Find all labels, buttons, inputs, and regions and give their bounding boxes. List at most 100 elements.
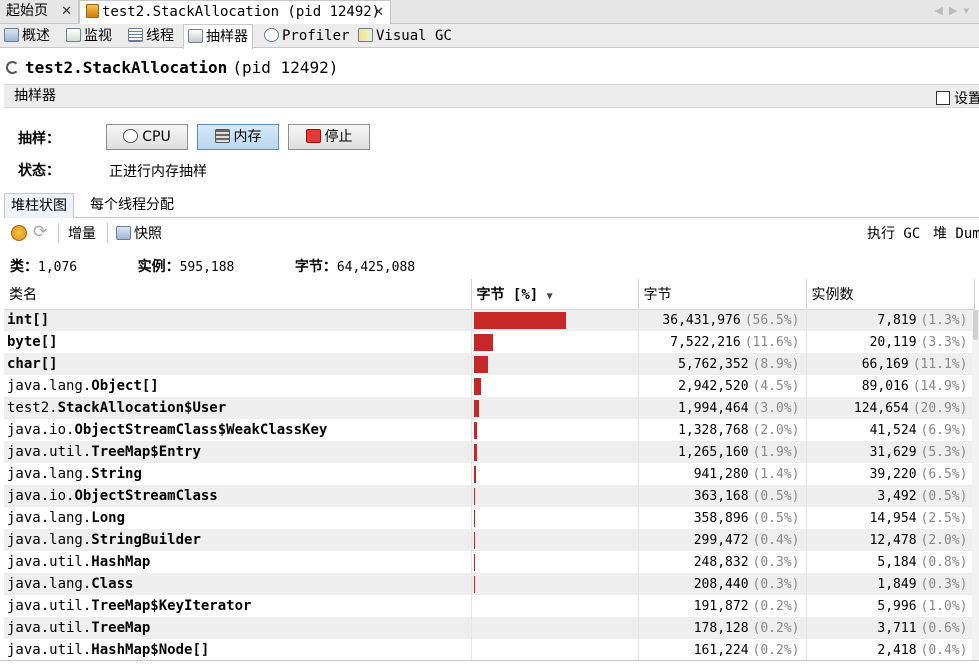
- bytes-percent: (1.9%): [752, 444, 800, 460]
- tab-nav-arrows[interactable]: ◀▶▾: [935, 0, 975, 24]
- instances-value: 12,478: [869, 532, 917, 548]
- bytes-percent-cell: [471, 595, 639, 617]
- package-name: java.lang.: [7, 378, 92, 394]
- percent-bar: [473, 531, 475, 549]
- table-row[interactable]: java.lang.Object[] 2,942,520 (4.5%) 89,016(…: [4, 375, 975, 397]
- column-label: 字节 [%]: [476, 286, 539, 303]
- pause-icon[interactable]: [11, 225, 27, 241]
- document-tab-bar: 起始页 ✕ test2.StackAllocation (pid 12492) …: [0, 0, 979, 24]
- instances-value: 5,184: [877, 554, 917, 570]
- bytes-value: 248,832: [693, 554, 749, 570]
- instances-cell: 14,954 (2.5%): [806, 507, 975, 529]
- bytes-cell: 363,168 (0.5%): [638, 485, 807, 507]
- snapshot-button[interactable]: 快照: [116, 223, 162, 243]
- class-name-cell: java.lang.Class: [4, 573, 472, 595]
- heap-dump-button[interactable]: 堆 Dum: [933, 223, 979, 243]
- instances-cell: 89,016 (14.9%): [806, 375, 975, 397]
- clock-icon: [123, 129, 139, 143]
- monitor-icon: [66, 28, 81, 42]
- tab-monitor[interactable]: 监视: [62, 24, 116, 48]
- instances-cell: 66,169 (11.1%): [806, 353, 975, 375]
- table-row[interactable]: java.util.TreeMap$KeyIterator 191,872 (0.2…: [4, 595, 975, 617]
- tab-overview[interactable]: 概述: [0, 24, 54, 48]
- tab-label: Visual GC: [376, 28, 452, 44]
- class-name: TreeMap$KeyIterator: [91, 598, 252, 614]
- class-name-cell: java.io.ObjectStreamClass: [4, 485, 472, 507]
- column-bytes[interactable]: 字节: [638, 279, 807, 310]
- bytes-value: 1,265,160: [678, 444, 749, 460]
- instances-percent: (2.5%): [920, 510, 968, 526]
- vertical-scrollbar[interactable]: [972, 310, 979, 660]
- tab-label: 堆柱状图: [11, 198, 67, 214]
- instances-label: 实例：: [137, 259, 180, 275]
- table-row[interactable]: java.io.ObjectStreamClass$WeakClassKey 1,…: [4, 419, 975, 441]
- percent-bar: [473, 487, 475, 505]
- table-row[interactable]: java.util.TreeMap$Entry 1,265,160 (1.9%) 31…: [4, 441, 975, 463]
- table-row[interactable]: char[] 5,762,352 (8.9%) 66,169 (11.1%): [4, 353, 975, 375]
- table-row[interactable]: java.io.ObjectStreamClass 363,168 (0.5%) 3,…: [4, 485, 975, 507]
- bytes-value: 1,994,464: [678, 400, 749, 416]
- refresh-icon[interactable]: ⟳: [33, 222, 47, 242]
- classes-value: 1,076: [38, 260, 78, 275]
- table-row[interactable]: byte[] 7,522,216 (11.6%) 20,119 (3.3%): [4, 331, 975, 353]
- instances-cell: 39,220 (6.5%): [806, 463, 975, 485]
- table-row[interactable]: java.util.TreeMap 178,128 (0.2%) 3,711 (0.6%…: [4, 617, 975, 639]
- button-label: 停止: [324, 129, 353, 145]
- percent-bar: [473, 443, 477, 461]
- bytes-cell: 1,328,768 (2.0%): [638, 419, 807, 441]
- table-row[interactable]: java.util.HashMap$Node[] 161,224 (0.2%) 2,4…: [4, 639, 975, 661]
- classes-label: 类：: [10, 259, 38, 275]
- percent-bar: [473, 399, 479, 417]
- bytes-percent: (1.4%): [752, 466, 800, 482]
- cpu-button[interactable]: CPU: [106, 124, 188, 150]
- stop-button[interactable]: 停止: [288, 124, 370, 150]
- instances-value: 20,119: [869, 334, 917, 350]
- perform-gc-button[interactable]: 执行 GC: [867, 223, 920, 243]
- table-row[interactable]: java.lang.StringBuilder 299,472 (0.4%) 12,4…: [4, 529, 975, 551]
- bytes-cell: 2,942,520 (4.5%): [638, 375, 807, 397]
- instances-cell: 41,524 (6.9%): [806, 419, 975, 441]
- bytes-percent-cell: [471, 441, 639, 463]
- class-name: byte[]: [7, 334, 58, 350]
- tab-stackallocation[interactable]: test2.StackAllocation (pid 12492) ✕: [79, 0, 391, 24]
- table-row[interactable]: test2.StackAllocation$User 1,994,464 (3.0%…: [4, 397, 975, 419]
- instances-value: 41,524: [869, 422, 917, 438]
- table-row[interactable]: java.lang.Long 358,896 (0.5%) 14,954 (2.5%): [4, 507, 975, 529]
- table-row[interactable]: java.util.HashMap 248,832 (0.3%) 5,184 (0.8%…: [4, 551, 975, 573]
- bytes-percent-cell: [471, 529, 639, 551]
- tab-label: 每个线程分配: [90, 197, 174, 213]
- instances-cell: 7,819 (1.3%): [806, 309, 975, 331]
- memory-button[interactable]: 内存: [197, 124, 279, 150]
- instances-cell: 3,711 (0.6%): [806, 617, 975, 639]
- tab-profiler[interactable]: Profiler: [260, 24, 353, 48]
- tab-start-page[interactable]: 起始页 ✕: [0, 0, 79, 24]
- close-icon[interactable]: ✕: [61, 0, 72, 23]
- settings-label: 设置: [954, 91, 979, 107]
- table-row[interactable]: java.lang.Class 208,440 (0.3%) 1,849 (0.3%): [4, 573, 975, 595]
- tab-visual-gc[interactable]: Visual GC: [354, 24, 456, 48]
- class-name-cell: int[]: [4, 309, 472, 331]
- bytes-percent-cell: [471, 551, 639, 573]
- tab-heap-histogram[interactable]: 堆柱状图: [4, 193, 74, 218]
- checkbox-icon[interactable]: [936, 91, 950, 105]
- scrollbar-thumb[interactable]: [973, 310, 978, 340]
- column-label: 类名: [9, 286, 37, 303]
- snapshot-label: 快照: [134, 226, 162, 242]
- sampler-icon: [188, 29, 203, 43]
- close-icon[interactable]: ✕: [373, 1, 384, 24]
- instances-value: 3,492: [877, 488, 917, 504]
- column-class-name[interactable]: 类名: [4, 279, 472, 310]
- delta-button[interactable]: 增量: [68, 223, 96, 243]
- column-bytes-percent[interactable]: 字节 [%] ▼: [471, 279, 639, 310]
- instances-value: 3,711: [877, 620, 917, 636]
- tab-threads[interactable]: 线程: [124, 24, 178, 48]
- tab-sampler[interactable]: 抽样器: [183, 24, 253, 49]
- tab-per-thread-allocation[interactable]: 每个线程分配: [84, 193, 180, 218]
- settings-checkbox[interactable]: 设置: [936, 88, 979, 108]
- bytes-percent-cell: [471, 419, 639, 441]
- column-instances[interactable]: 实例数: [806, 279, 975, 310]
- bytes-value: 2,942,520: [678, 378, 749, 394]
- table-row[interactable]: int[] 36,431,976 (56.5%) 7,819 (1.3%): [4, 309, 975, 331]
- instances-percent: (1.0%): [920, 598, 968, 614]
- table-row[interactable]: java.lang.String 941,280 (1.4%) 39,220 (6.5%…: [4, 463, 975, 485]
